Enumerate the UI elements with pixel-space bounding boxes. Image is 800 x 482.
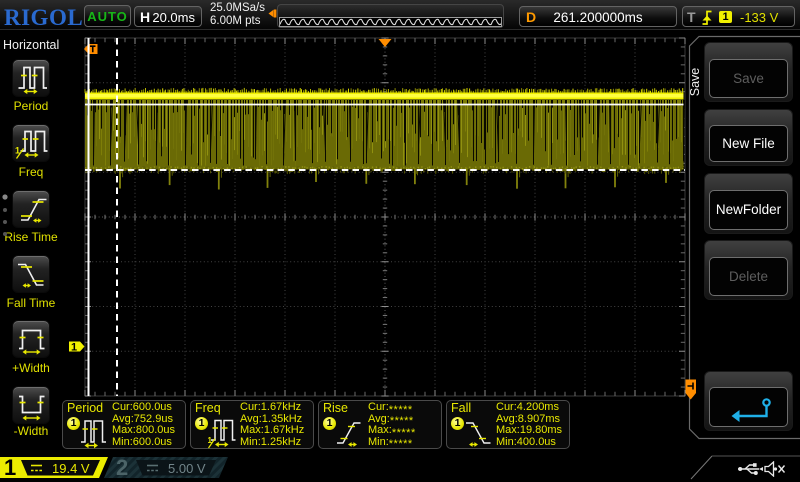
svg-text:1: 1 [71, 342, 77, 354]
